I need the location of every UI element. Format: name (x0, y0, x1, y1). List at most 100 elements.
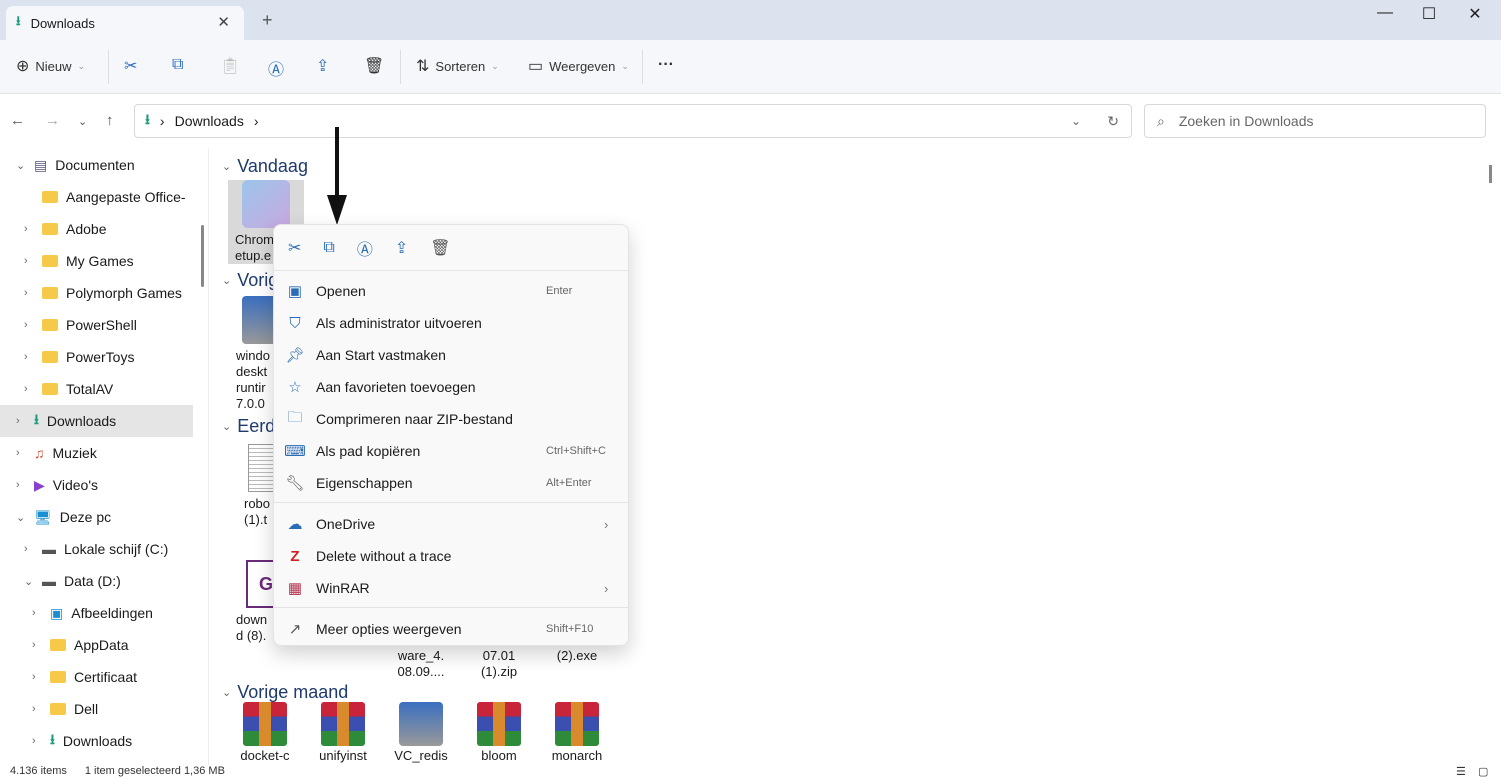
chevron-right-icon[interactable]: › (16, 479, 26, 491)
content-scrollbar[interactable] (1489, 165, 1492, 183)
view-button[interactable]: ▭ Weergeven ⌄ (528, 56, 629, 76)
sort-button[interactable]: ⇅ Sorteren ⌄ (416, 56, 499, 76)
sidebar-item[interactable]: › TotalAV (0, 373, 200, 405)
context-menu-item[interactable]: ⛉ Als administrator uitvoeren (274, 307, 628, 339)
rename-button[interactable]: Ⓐ (268, 56, 284, 80)
tiles-view-icon[interactable]: ▢ (1478, 765, 1488, 778)
group-header[interactable]: ⌄ Vorig (222, 270, 278, 291)
copy-button[interactable]: ⧉ (172, 56, 183, 74)
chevron-right-icon[interactable]: › (32, 671, 42, 683)
details-view-icon[interactable]: ☰ (1456, 765, 1466, 778)
chevron-right-icon[interactable]: › (16, 447, 26, 459)
copy-icon[interactable]: ⧉ (323, 239, 334, 257)
sidebar-item[interactable]: › Certificaat (0, 661, 200, 693)
chevron-right-icon[interactable]: › (24, 383, 34, 395)
chevron-down-icon[interactable]: ⌄ (16, 159, 26, 172)
chevron-right-icon[interactable]: › (24, 543, 34, 555)
chevron-down-icon[interactable]: ⌄ (16, 511, 26, 524)
context-menu-item[interactable]: 🔧︎ Eigenschappen Alt+Enter (274, 467, 628, 499)
chevron-down-icon[interactable]: ⌄ (24, 575, 34, 588)
up-icon[interactable]: ↑ (106, 112, 114, 129)
sidebar-item[interactable]: › ⭳ Downloads (0, 405, 193, 437)
new-tab-button[interactable]: + (262, 10, 273, 31)
forward-icon[interactable]: → (45, 112, 60, 129)
chevron-right-icon[interactable]: › (32, 639, 42, 651)
scissors-icon: ✂ (124, 58, 138, 75)
cut-icon[interactable]: ✂ (288, 238, 301, 258)
group-header[interactable]: ⌄ Eerd (222, 416, 275, 437)
sidebar-item[interactable]: › ♫ Muziek (0, 437, 200, 469)
more-button[interactable]: ··· (658, 56, 674, 74)
pane-divider[interactable] (208, 148, 209, 765)
back-icon[interactable]: ← (10, 112, 25, 129)
sidebar-item[interactable]: › PowerShell (0, 309, 200, 341)
chevron-right-icon[interactable]: › (16, 415, 26, 427)
context-menu-item[interactable]: ⌨ Als pad kopiëren Ctrl+Shift+C (274, 435, 628, 467)
file-item[interactable]: ware_4. 08.09.... (383, 648, 459, 680)
new-button[interactable]: ⊕ Nieuw ⌄ (16, 56, 85, 76)
address-bar[interactable]: ⭳ › Downloads › ⌄ ↻ (134, 104, 1132, 138)
context-menu-item[interactable]: ☁ OneDrive › (274, 508, 628, 540)
trash-icon[interactable]: 🗑︎ (430, 238, 450, 258)
minimize-button[interactable]: — (1370, 4, 1400, 22)
file-item[interactable]: unifyinst (305, 702, 381, 764)
chevron-right-icon[interactable]: › (32, 735, 42, 747)
context-menu-item[interactable]: Z Delete without a trace (274, 540, 628, 572)
tab-downloads[interactable]: ⭳ Downloads ✕ (6, 6, 244, 40)
sidebar-item[interactable]: › ▬ Lokale schijf (C:) (0, 533, 200, 565)
file-item[interactable]: monarch (539, 702, 615, 764)
sidebar-item[interactable]: › ▣ Afbeeldingen (0, 597, 200, 629)
sidebar-item-label: Downloads (46, 413, 117, 429)
file-item[interactable]: (2).exe (539, 648, 615, 664)
sidebar-item[interactable]: › Adobe (0, 213, 200, 245)
group-header[interactable]: ⌄ Vorige maand (222, 682, 348, 703)
chevron-right-icon[interactable]: › (24, 351, 34, 363)
context-menu-item[interactable]: ↗ Meer opties weergeven Shift+F10 (274, 613, 628, 645)
context-menu-item[interactable]: ☆ Aan favorieten toevoegen (274, 371, 628, 403)
sidebar-scrollbar[interactable] (201, 225, 204, 287)
sidebar-item[interactable]: › PowerToys (0, 341, 200, 373)
recent-chevron-icon[interactable]: ⌄ (78, 115, 87, 128)
context-menu-item[interactable]: ▦ WinRAR › (274, 572, 628, 604)
sidebar-item[interactable]: Aangepaste Office- (0, 181, 200, 213)
sidebar-item[interactable]: › Polymorph Games (0, 277, 200, 309)
file-item[interactable]: docket-c (227, 702, 303, 764)
rename-icon[interactable]: Ⓐ (357, 236, 373, 260)
file-item[interactable]: bloom (461, 702, 537, 764)
sidebar-item[interactable]: › My Games (0, 245, 200, 277)
paste-button[interactable]: 📋︎ (220, 56, 240, 76)
sidebar-item[interactable]: › Dell (0, 693, 200, 725)
chevron-down-icon: ⌄ (621, 60, 629, 71)
chevron-right-icon[interactable]: › (24, 287, 34, 299)
cut-button[interactable]: ✂ (124, 56, 137, 76)
context-menu-item[interactable]: 📌︎ Aan Start vastmaken (274, 339, 628, 371)
chevron-right-icon[interactable]: › (24, 223, 34, 235)
context-menu-item[interactable]: 🗀 Comprimeren naar ZIP-bestand (274, 403, 628, 435)
chevron-right-icon[interactable]: › (32, 703, 42, 715)
breadcrumb-downloads[interactable]: Downloads (175, 113, 244, 129)
close-tab-icon[interactable]: ✕ (217, 13, 230, 31)
search-input[interactable]: ⌕ Zoeken in Downloads (1144, 104, 1486, 138)
sidebar-item[interactable]: ⌄ ▬ Data (D:) (0, 565, 200, 597)
chevron-right-icon[interactable]: › (24, 255, 34, 267)
delete-button[interactable]: 🗑︎ (364, 56, 384, 76)
sidebar-item[interactable]: › ⭳ Downloads (0, 725, 200, 757)
maximize-button[interactable]: ☐ (1414, 4, 1444, 24)
close-window-button[interactable]: ✕ (1460, 4, 1490, 24)
sort-icon: ⇅ (416, 58, 430, 75)
sidebar-item[interactable]: › ▶ Video's (0, 469, 200, 501)
sidebar-item[interactable]: ⌄ ▤ Documenten (0, 149, 200, 181)
chevron-right-icon[interactable]: › (32, 607, 42, 619)
file-item[interactable]: VC_redis (383, 702, 459, 764)
group-header[interactable]: ⌄ Vandaag (222, 156, 308, 177)
sidebar-item[interactable]: › AppData (0, 629, 200, 661)
sidebar-item[interactable]: ⌄ 🖥︎ Deze pc (0, 501, 200, 533)
chevron-right-icon[interactable]: › (24, 319, 34, 331)
share-button[interactable]: ⇪ (316, 56, 329, 76)
refresh-icon[interactable]: ↻ (1107, 113, 1119, 130)
context-menu-item[interactable]: ▣ Openen Enter (274, 275, 628, 307)
file-item[interactable]: 07.01 (1).zip (461, 648, 537, 680)
chevron-down-icon: ⌄ (77, 60, 86, 71)
address-history-chevron-icon[interactable]: ⌄ (1071, 114, 1081, 128)
share-icon[interactable]: ⇪ (395, 238, 408, 258)
